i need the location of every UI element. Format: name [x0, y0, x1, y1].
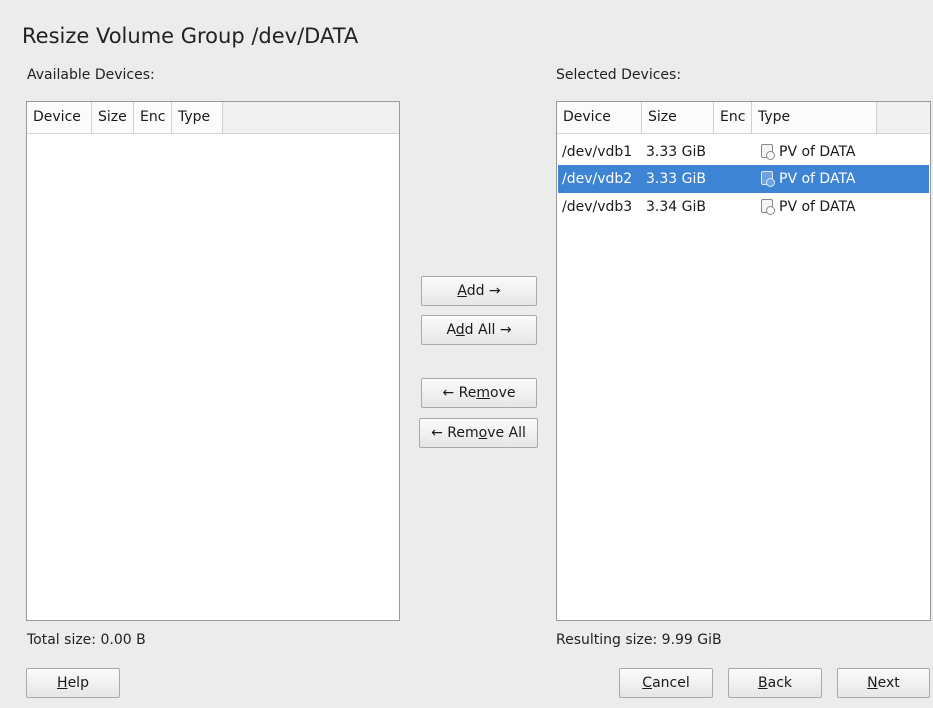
row-type: PV of DATA	[779, 199, 856, 215]
available-col-size[interactable]: Size	[92, 102, 134, 133]
available-col-enc[interactable]: Enc	[134, 102, 172, 133]
available-col-type[interactable]: Type	[172, 102, 223, 133]
row-size: 3.33 GiB	[646, 144, 706, 160]
add-all-button[interactable]: Add All →	[421, 315, 537, 345]
row-size: 3.34 GiB	[646, 199, 706, 215]
available-table-header: Device Size Enc Type	[27, 102, 399, 134]
remove-all-button[interactable]: ← Remove All	[419, 418, 538, 448]
table-row-selected[interactable]: /dev/vdb2 3.33 GiB PV of DATA	[558, 165, 929, 193]
remove-button[interactable]: ← Remove	[421, 378, 537, 408]
row-size: 3.33 GiB	[646, 171, 706, 187]
next-button[interactable]: Next	[837, 668, 930, 698]
selected-col-type[interactable]: Type	[752, 102, 877, 133]
selected-devices-label: Selected Devices:	[556, 67, 682, 83]
selected-devices-table[interactable]: Device Size Enc Type /dev/vdb1 3.33 GiB …	[556, 101, 931, 621]
help-button[interactable]: Help	[26, 668, 120, 698]
dialog-title: Resize Volume Group /dev/DATA	[22, 24, 359, 48]
selected-col-enc[interactable]: Enc	[714, 102, 752, 133]
add-button[interactable]: Add →	[421, 276, 537, 306]
table-row[interactable]: /dev/vdb1 3.33 GiB PV of DATA	[558, 138, 929, 166]
row-device: /dev/vdb1	[562, 144, 633, 160]
back-button[interactable]: Back	[728, 668, 822, 698]
physical-volume-icon	[761, 171, 775, 187]
resulting-size-label: Resulting size: 9.99 GiB	[556, 632, 722, 648]
row-type: PV of DATA	[779, 144, 856, 160]
row-device: /dev/vdb3	[562, 199, 633, 215]
available-col-device[interactable]: Device	[27, 102, 92, 133]
total-size-label: Total size: 0.00 B	[27, 632, 146, 648]
physical-volume-icon	[761, 144, 775, 160]
selected-col-size[interactable]: Size	[642, 102, 714, 133]
selected-table-header: Device Size Enc Type	[557, 102, 930, 134]
available-devices-table[interactable]: Device Size Enc Type	[26, 101, 400, 621]
row-device: /dev/vdb2	[562, 171, 633, 187]
selected-col-device[interactable]: Device	[557, 102, 642, 133]
available-devices-label: Available Devices:	[27, 67, 155, 83]
cancel-button[interactable]: Cancel	[619, 668, 713, 698]
table-row[interactable]: /dev/vdb3 3.34 GiB PV of DATA	[558, 193, 929, 221]
row-type: PV of DATA	[779, 171, 856, 187]
physical-volume-icon	[761, 199, 775, 215]
